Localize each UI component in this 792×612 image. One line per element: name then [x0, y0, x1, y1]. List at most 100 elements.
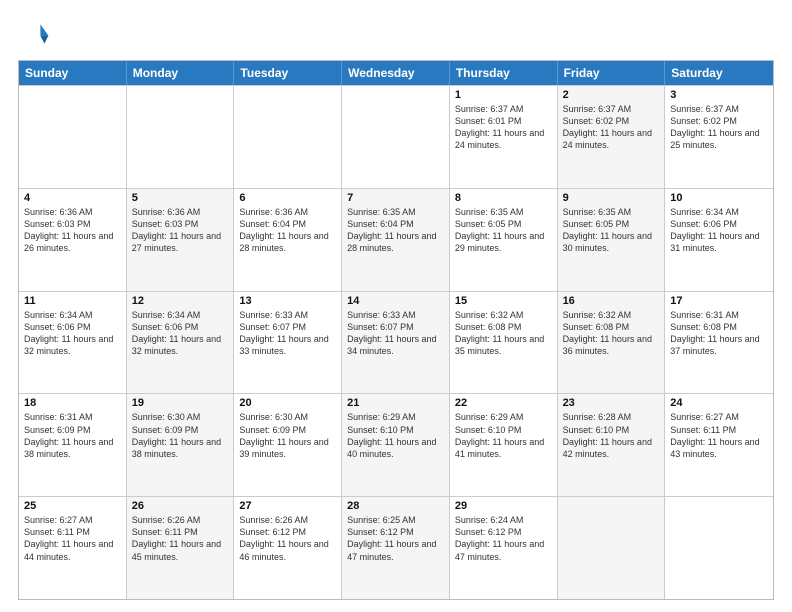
calendar-cell-2-5: 16 Sunrise: 6:32 AMSunset: 6:08 PMDayligh… [558, 292, 666, 394]
calendar-cell-2-3: 14Sunrise: 6:33 AMSunset: 6:07 PMDayligh… [342, 292, 450, 394]
day-info: Sunrise: 6:34 AMSunset: 6:06 PMDaylight:… [24, 309, 121, 358]
day-info: Sunrise: 6:33 AMSunset: 6:07 PMDaylight:… [347, 309, 444, 358]
day-info: Sunrise: 6:26 AMSunset: 6:11 PMDaylight:… [132, 514, 229, 563]
day-number: 29 [455, 500, 552, 512]
day-number: 21 [347, 397, 444, 409]
day-info: Sunrise: 6:34 AMSunset: 6:06 PMDaylight:… [670, 206, 768, 255]
day-number: 18 [24, 397, 121, 409]
calendar-cell-3-6: 24 Sunrise: 6:27 AMSunset: 6:11 PMDayligh… [665, 394, 773, 496]
day-number: 4 [24, 192, 121, 204]
calendar-row-3: 18 Sunrise: 6:31 AMSunset: 6:09 PMDayligh… [19, 393, 773, 496]
day-info: Sunrise: 6:27 AMSunset: 6:11 PMDaylight:… [24, 514, 121, 563]
calendar-row-1: 4 Sunrise: 6:36 AMSunset: 6:03 PMDaylight… [19, 188, 773, 291]
day-info: Sunrise: 6:33 AMSunset: 6:07 PMDaylight:… [239, 309, 336, 358]
day-info: Sunrise: 6:29 AMSunset: 6:10 PMDaylight:… [455, 411, 552, 460]
header [18, 18, 774, 50]
weekday-header-saturday: Saturday [665, 61, 773, 85]
day-info: Sunrise: 6:32 AMSunset: 6:08 PMDaylight:… [563, 309, 660, 358]
day-number: 17 [670, 295, 768, 307]
day-number: 10 [670, 192, 768, 204]
day-number: 23 [563, 397, 660, 409]
day-info: Sunrise: 6:36 AMSunset: 6:03 PMDaylight:… [132, 206, 229, 255]
day-number: 7 [347, 192, 444, 204]
day-number: 20 [239, 397, 336, 409]
day-info: Sunrise: 6:30 AMSunset: 6:09 PMDaylight:… [132, 411, 229, 460]
calendar-header: SundayMondayTuesdayWednesdayThursdayFrid… [19, 61, 773, 85]
day-number: 13 [239, 295, 336, 307]
day-info: Sunrise: 6:37 AMSunset: 6:02 PMDaylight:… [563, 103, 660, 152]
day-number: 28 [347, 500, 444, 512]
page: SundayMondayTuesdayWednesdayThursdayFrid… [0, 0, 792, 612]
calendar-cell-3-2: 20 Sunrise: 6:30 AMSunset: 6:09 PMDayligh… [234, 394, 342, 496]
day-number: 19 [132, 397, 229, 409]
day-number: 15 [455, 295, 552, 307]
day-info: Sunrise: 6:29 AMSunset: 6:10 PMDaylight:… [347, 411, 444, 460]
day-number: 9 [563, 192, 660, 204]
calendar-cell-4-2: 27Sunrise: 6:26 AMSunset: 6:12 PMDayligh… [234, 497, 342, 599]
day-number: 16 [563, 295, 660, 307]
calendar-cell-4-3: 28 Sunrise: 6:25 AMSunset: 6:12 PMDayligh… [342, 497, 450, 599]
calendar-cell-3-4: 22 Sunrise: 6:29 AMSunset: 6:10 PMDayligh… [450, 394, 558, 496]
calendar-cell-4-1: 26 Sunrise: 6:26 AMSunset: 6:11 PMDayligh… [127, 497, 235, 599]
calendar-cell-1-0: 4 Sunrise: 6:36 AMSunset: 6:03 PMDaylight… [19, 189, 127, 291]
logo [18, 18, 54, 50]
day-info: Sunrise: 6:31 AMSunset: 6:08 PMDaylight:… [670, 309, 768, 358]
day-info: Sunrise: 6:36 AMSunset: 6:03 PMDaylight:… [24, 206, 121, 255]
day-number: 5 [132, 192, 229, 204]
day-number: 8 [455, 192, 552, 204]
calendar-cell-1-1: 5 Sunrise: 6:36 AMSunset: 6:03 PMDaylight… [127, 189, 235, 291]
day-info: Sunrise: 6:27 AMSunset: 6:11 PMDaylight:… [670, 411, 768, 460]
weekday-header-thursday: Thursday [450, 61, 558, 85]
day-number: 25 [24, 500, 121, 512]
calendar-cell-1-5: 9 Sunrise: 6:35 AMSunset: 6:05 PMDaylight… [558, 189, 666, 291]
weekday-header-tuesday: Tuesday [234, 61, 342, 85]
day-info: Sunrise: 6:35 AMSunset: 6:05 PMDaylight:… [455, 206, 552, 255]
calendar-cell-0-2 [234, 86, 342, 188]
calendar-cell-0-6: 3Sunrise: 6:37 AMSunset: 6:02 PMDaylight… [665, 86, 773, 188]
day-info: Sunrise: 6:31 AMSunset: 6:09 PMDaylight:… [24, 411, 121, 460]
calendar-cell-4-0: 25 Sunrise: 6:27 AMSunset: 6:11 PMDayligh… [19, 497, 127, 599]
calendar-cell-2-1: 12Sunrise: 6:34 AMSunset: 6:06 PMDayligh… [127, 292, 235, 394]
calendar-cell-0-3 [342, 86, 450, 188]
calendar-cell-2-2: 13 Sunrise: 6:33 AMSunset: 6:07 PMDayligh… [234, 292, 342, 394]
day-number: 26 [132, 500, 229, 512]
calendar-cell-4-5 [558, 497, 666, 599]
day-info: Sunrise: 6:30 AMSunset: 6:09 PMDaylight:… [239, 411, 336, 460]
day-info: Sunrise: 6:35 AMSunset: 6:05 PMDaylight:… [563, 206, 660, 255]
calendar-cell-4-4: 29 Sunrise: 6:24 AMSunset: 6:12 PMDayligh… [450, 497, 558, 599]
calendar-cell-2-6: 17 Sunrise: 6:31 AMSunset: 6:08 PMDayligh… [665, 292, 773, 394]
day-number: 12 [132, 295, 229, 307]
calendar-cell-3-0: 18 Sunrise: 6:31 AMSunset: 6:09 PMDayligh… [19, 394, 127, 496]
weekday-header-monday: Monday [127, 61, 235, 85]
day-info: Sunrise: 6:25 AMSunset: 6:12 PMDaylight:… [347, 514, 444, 563]
calendar-cell-1-3: 7 Sunrise: 6:35 AMSunset: 6:04 PMDaylight… [342, 189, 450, 291]
calendar-cell-2-0: 11 Sunrise: 6:34 AMSunset: 6:06 PMDayligh… [19, 292, 127, 394]
weekday-header-wednesday: Wednesday [342, 61, 450, 85]
day-info: Sunrise: 6:35 AMSunset: 6:04 PMDaylight:… [347, 206, 444, 255]
weekday-header-friday: Friday [558, 61, 666, 85]
calendar-cell-3-3: 21 Sunrise: 6:29 AMSunset: 6:10 PMDayligh… [342, 394, 450, 496]
day-number: 3 [670, 89, 768, 101]
calendar-cell-1-6: 10 Sunrise: 6:34 AMSunset: 6:06 PMDayligh… [665, 189, 773, 291]
calendar-cell-1-4: 8 Sunrise: 6:35 AMSunset: 6:05 PMDaylight… [450, 189, 558, 291]
calendar-cell-1-2: 6Sunrise: 6:36 AMSunset: 6:04 PMDaylight… [234, 189, 342, 291]
day-info: Sunrise: 6:32 AMSunset: 6:08 PMDaylight:… [455, 309, 552, 358]
weekday-header-sunday: Sunday [19, 61, 127, 85]
calendar-cell-0-1 [127, 86, 235, 188]
day-info: Sunrise: 6:36 AMSunset: 6:04 PMDaylight:… [239, 206, 336, 255]
day-number: 11 [24, 295, 121, 307]
logo-icon [18, 18, 50, 50]
calendar-cell-0-0 [19, 86, 127, 188]
calendar-row-0: 1Sunrise: 6:37 AMSunset: 6:01 PMDaylight… [19, 85, 773, 188]
calendar-cell-0-5: 2 Sunrise: 6:37 AMSunset: 6:02 PMDaylight… [558, 86, 666, 188]
day-number: 24 [670, 397, 768, 409]
day-info: Sunrise: 6:37 AMSunset: 6:01 PMDaylight:… [455, 103, 552, 152]
day-number: 27 [239, 500, 336, 512]
day-info: Sunrise: 6:28 AMSunset: 6:10 PMDaylight:… [563, 411, 660, 460]
day-info: Sunrise: 6:24 AMSunset: 6:12 PMDaylight:… [455, 514, 552, 563]
day-number: 2 [563, 89, 660, 101]
calendar-row-2: 11 Sunrise: 6:34 AMSunset: 6:06 PMDayligh… [19, 291, 773, 394]
calendar-cell-3-1: 19 Sunrise: 6:30 AMSunset: 6:09 PMDayligh… [127, 394, 235, 496]
calendar-row-4: 25 Sunrise: 6:27 AMSunset: 6:11 PMDayligh… [19, 496, 773, 599]
day-number: 22 [455, 397, 552, 409]
